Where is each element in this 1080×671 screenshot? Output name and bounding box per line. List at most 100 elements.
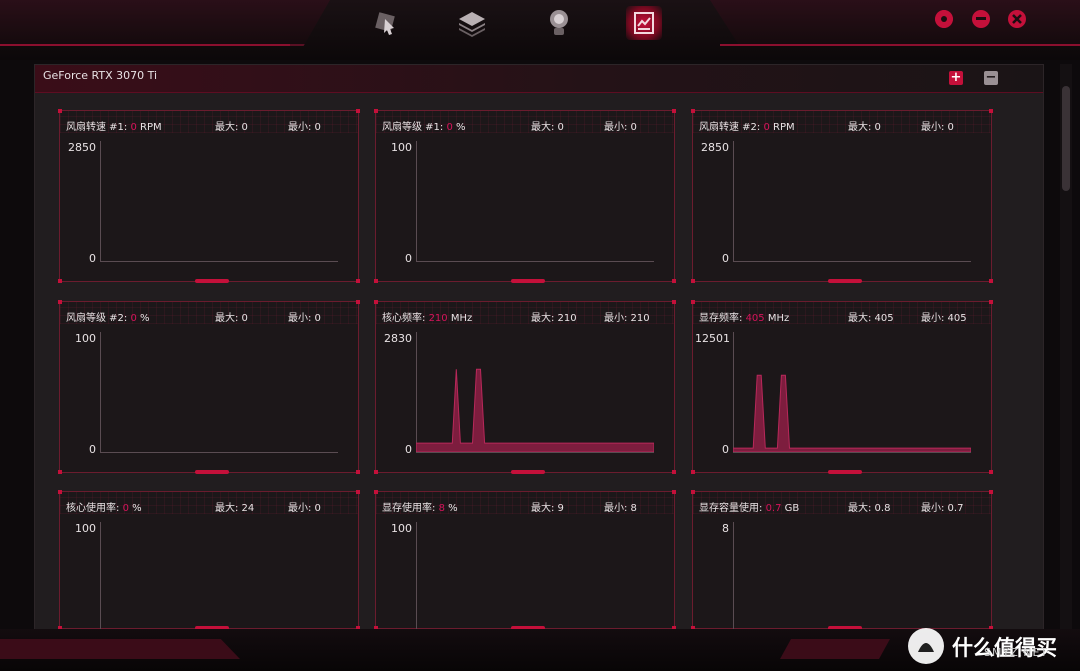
card-corner <box>374 470 378 474</box>
metric-unit: RPM <box>140 122 162 133</box>
metric-current-value: 8 <box>438 503 445 514</box>
card-corner <box>691 109 695 113</box>
metric-min: 最小: 0 <box>288 503 321 514</box>
settings-button[interactable] <box>935 10 953 28</box>
card-corner <box>58 279 62 283</box>
metric-history-plot <box>733 374 971 452</box>
metric-max: 最大: 0.8 <box>848 503 891 514</box>
metric-name: 核心频率: <box>382 313 426 324</box>
card-corner <box>672 300 676 304</box>
metric-name: 风扇转速 #2: <box>699 122 761 133</box>
x-axis-line <box>733 261 971 262</box>
card-corner <box>58 109 62 113</box>
y-axis-max-label: 100 <box>391 141 412 154</box>
monitor-card: 风扇转速 #2: 0 RPM 最大: 0 最小: 0 2850 0 <box>691 109 993 283</box>
scrollbar-thumb[interactable] <box>1062 86 1070 191</box>
close-icon <box>1012 14 1022 24</box>
metric-max: 最大: 9 <box>531 503 564 514</box>
add-monitor-button[interactable]: + <box>949 71 963 85</box>
y-axis-max-label: 2830 <box>384 332 412 345</box>
y-axis-line <box>100 332 101 452</box>
metric-min: 最小: 0 <box>604 122 637 133</box>
metric-current-value: 405 <box>745 313 765 324</box>
metric-min: 最小: 0 <box>921 122 954 133</box>
metric-unit: MHz <box>450 313 473 324</box>
metric-current-value: 210 <box>428 313 448 324</box>
y-axis-zero-label: 0 <box>89 443 96 456</box>
layers-icon <box>459 12 485 37</box>
card-corner <box>691 279 695 283</box>
card-corner <box>691 300 695 304</box>
card-corner <box>374 279 378 283</box>
metric-min: 最小: 405 <box>921 313 967 324</box>
card-corner <box>691 470 695 474</box>
card-corner <box>58 300 62 304</box>
metric-label: 风扇等级 #2: 0 % <box>66 309 150 324</box>
metric-current-value: 0 <box>763 122 770 133</box>
panel-scrollbar[interactable] <box>1060 64 1072 629</box>
nav-layers-tab[interactable] <box>454 6 490 40</box>
card-corner <box>672 279 676 283</box>
y-axis-line <box>416 141 417 261</box>
y-axis-zero-label: 0 <box>722 443 729 456</box>
y-axis-zero-label: 0 <box>405 252 412 265</box>
y-axis-max-label: 12501 <box>695 332 730 345</box>
watermark-logo <box>908 628 944 664</box>
watermark-logo-icon <box>909 629 943 663</box>
card-corner <box>374 490 378 494</box>
monitor-chart-icon <box>634 12 654 34</box>
card-corner <box>672 109 676 113</box>
y-axis-max-label: 2850 <box>701 141 729 154</box>
metric-label: 风扇等级 #1: 0 % <box>382 118 466 133</box>
metric-history-area <box>416 368 654 452</box>
monitor-card: 显存使用率: 8 % 最大: 9 最小: 8 100 0 <box>374 490 676 646</box>
metric-unit: RPM <box>773 122 795 133</box>
card-corner <box>356 470 360 474</box>
footer-decoration-right <box>780 639 890 659</box>
plus-icon: + <box>950 70 962 85</box>
metric-name: 风扇等级 #1: <box>382 122 444 133</box>
minimize-icon <box>976 17 986 20</box>
metric-max: 最大: 405 <box>848 313 894 324</box>
monitor-card: 显存频率: 405 MHz 最大: 405 最小: 405 12501 0 <box>691 300 993 474</box>
nav-lighting-tab[interactable] <box>540 6 576 40</box>
monitor-card: 风扇等级 #1: 0 % 最大: 0 最小: 0 100 0 <box>374 109 676 283</box>
gear-icon <box>935 10 953 28</box>
minimize-button[interactable] <box>972 10 990 28</box>
metric-name: 风扇等级 #2: <box>66 313 128 324</box>
y-axis-zero-label: 0 <box>722 252 729 265</box>
collapse-panel-button[interactable]: − <box>984 71 998 85</box>
metric-max: 最大: 0 <box>848 122 881 133</box>
metric-label: 风扇转速 #2: 0 RPM <box>699 118 795 133</box>
metric-unit: % <box>448 503 458 514</box>
x-axis-line <box>100 452 338 453</box>
x-axis-line <box>416 261 654 262</box>
card-bottom-indicator <box>511 470 545 474</box>
y-axis-line <box>733 141 734 261</box>
card-corner <box>356 279 360 283</box>
metric-label: 核心频率: 210 MHz <box>382 309 472 324</box>
metric-name: 核心使用率: <box>66 503 120 514</box>
nav-gaming-tab[interactable] <box>368 6 404 40</box>
metric-current-value: 0 <box>446 122 453 133</box>
close-button[interactable] <box>1008 10 1026 28</box>
card-corner <box>989 470 993 474</box>
gpu-name-title: GeForce RTX 3070 Ti <box>43 69 158 82</box>
card-bottom-indicator <box>828 470 862 474</box>
x-axis-line <box>416 452 654 453</box>
y-axis-zero-label: 0 <box>405 443 412 456</box>
metric-name: 风扇转速 #1: <box>66 122 128 133</box>
y-axis-line <box>733 522 734 642</box>
metric-max: 最大: 210 <box>531 313 577 324</box>
card-corner <box>356 300 360 304</box>
card-corner <box>672 490 676 494</box>
card-corner <box>989 279 993 283</box>
metric-label: 显存容量使用: 0.7 GB <box>699 499 799 514</box>
y-axis-max-label: 8 <box>722 522 729 535</box>
gaming-icon <box>375 12 395 35</box>
y-axis-max-label: 100 <box>75 522 96 535</box>
card-bottom-indicator <box>195 470 229 474</box>
panel-header: GeForce RTX 3070 Ti + − <box>35 65 1043 93</box>
top-bar-accent-line-right <box>720 44 1080 46</box>
nav-monitor-tab[interactable] <box>626 6 662 40</box>
